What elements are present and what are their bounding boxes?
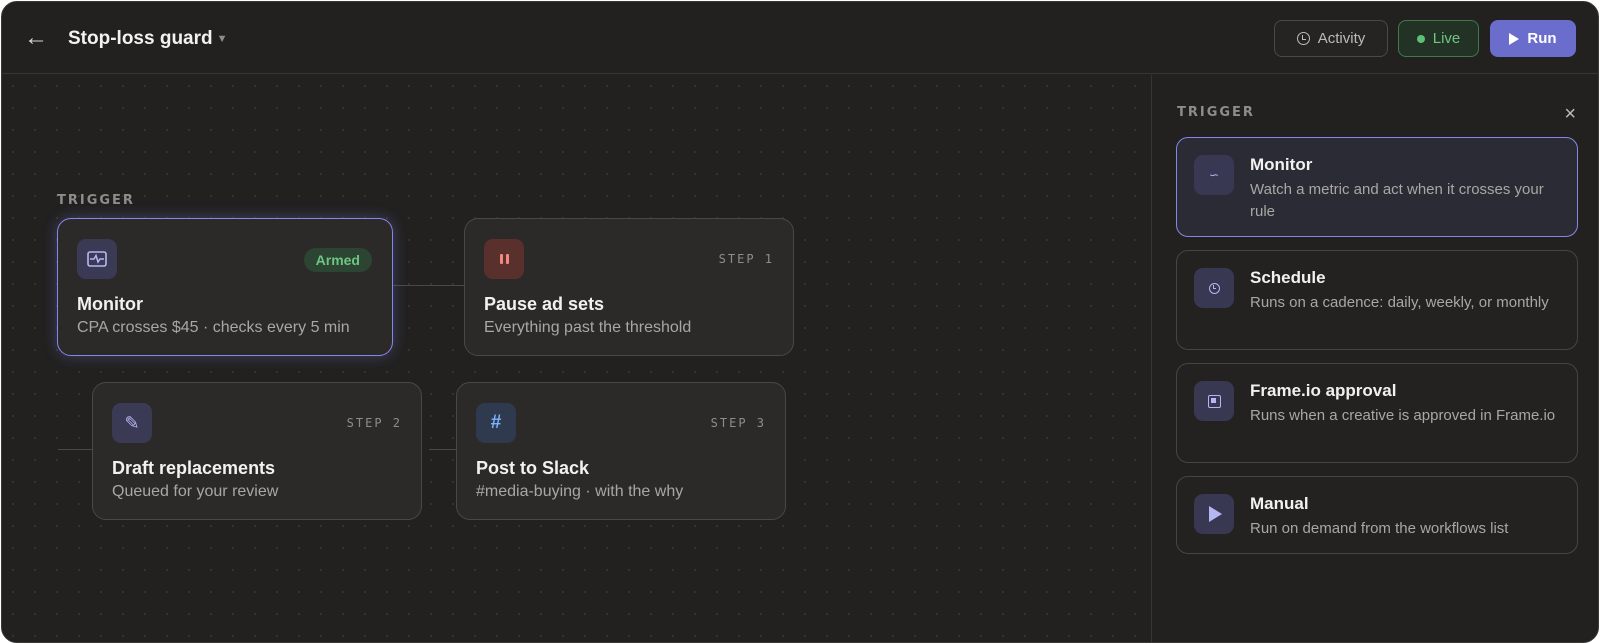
frame-icon: [1194, 381, 1234, 421]
play-icon: [1194, 494, 1234, 534]
trigger-panel: TRIGGER × ∽ Monitor Watch a metric and a…: [1151, 75, 1598, 642]
pencil-icon: ✎: [112, 403, 152, 443]
clock-icon: [1296, 32, 1310, 45]
workflow-title: Stop-loss guard: [68, 28, 213, 49]
run-button[interactable]: Run: [1490, 20, 1576, 57]
node-title: Pause ad sets: [484, 294, 605, 314]
node-title: Draft replacements: [112, 458, 276, 478]
option-title: Frame.io approval: [1250, 381, 1397, 400]
connector-line: [58, 449, 94, 450]
pulse-icon: [77, 239, 117, 279]
connector-line: [393, 285, 475, 286]
pause-icon: [484, 239, 524, 279]
option-description: Runs when a creative is approved in Fram…: [1250, 407, 1556, 424]
step-node-pause-ad-sets[interactable]: STEP 1 Pause ad sets Everything past the…: [464, 218, 794, 356]
option-title: Schedule: [1250, 268, 1326, 287]
hash-icon: #: [476, 403, 516, 443]
canvas-section-label: TRIGGER: [57, 193, 135, 208]
activity-button[interactable]: Activity: [1274, 20, 1388, 57]
trigger-option-frameio-approval[interactable]: Frame.io approval Runs when a creative i…: [1176, 363, 1578, 463]
node-title: Monitor: [77, 294, 143, 314]
trigger-option-monitor[interactable]: ∽ Monitor Watch a metric and act when it…: [1176, 137, 1578, 237]
workflow-editor-window: ← Stop-loss guard ▼ Activity Live Run TRI…: [1, 1, 1599, 643]
close-icon[interactable]: ×: [1564, 103, 1576, 126]
workflow-title-dropdown[interactable]: Stop-loss guard ▼: [68, 28, 228, 50]
step-label: STEP 3: [710, 416, 766, 430]
live-toggle-button[interactable]: Live: [1398, 20, 1479, 57]
live-label: Live: [1432, 30, 1461, 47]
wave-icon: ∽: [1194, 155, 1234, 195]
option-description: Run on demand from the workflows list: [1250, 520, 1509, 537]
run-label: Run: [1527, 30, 1557, 47]
node-subtitle: #media-buying · with the why: [476, 483, 684, 500]
arrow-left-icon[interactable]: ←: [24, 26, 52, 50]
activity-label: Activity: [1317, 30, 1366, 47]
trigger-option-schedule[interactable]: Schedule Runs on a cadence: daily, weekl…: [1176, 250, 1578, 350]
panel-section-label: TRIGGER: [1177, 105, 1255, 120]
workflow-canvas[interactable]: TRIGGER Armed Monitor CPA crosses $45 · …: [2, 75, 1151, 642]
play-icon: [1509, 32, 1520, 45]
node-subtitle: CPA crosses $45 · checks every 5 min: [77, 319, 350, 336]
step-label: STEP 2: [346, 416, 402, 430]
clock-icon: [1194, 268, 1234, 308]
header-bar: ← Stop-loss guard ▼ Activity Live Run: [2, 2, 1598, 74]
option-title: Monitor: [1250, 155, 1313, 174]
option-description: Runs on a cadence: daily, weekly, or mon…: [1250, 294, 1549, 311]
node-title: Post to Slack: [476, 458, 590, 478]
step-label: STEP 1: [718, 252, 774, 266]
step-node-post-to-slack[interactable]: # STEP 3 Post to Slack #media-buying · w…: [456, 382, 786, 520]
option-title: Manual: [1250, 494, 1309, 513]
trigger-node-monitor[interactable]: Armed Monitor CPA crosses $45 · checks e…: [57, 218, 393, 356]
node-subtitle: Everything past the threshold: [484, 319, 692, 336]
chevron-down-icon: ▼: [216, 33, 228, 45]
step-node-draft-replacements[interactable]: ✎ STEP 2 Draft replacements Queued for y…: [92, 382, 422, 520]
node-subtitle: Queued for your review: [112, 483, 279, 500]
trigger-option-manual[interactable]: Manual Run on demand from the workflows …: [1176, 476, 1578, 554]
live-status-dot: [1416, 34, 1425, 43]
option-description: Watch a metric and act when it crosses y…: [1250, 181, 1544, 220]
status-badge: Armed: [303, 248, 372, 272]
